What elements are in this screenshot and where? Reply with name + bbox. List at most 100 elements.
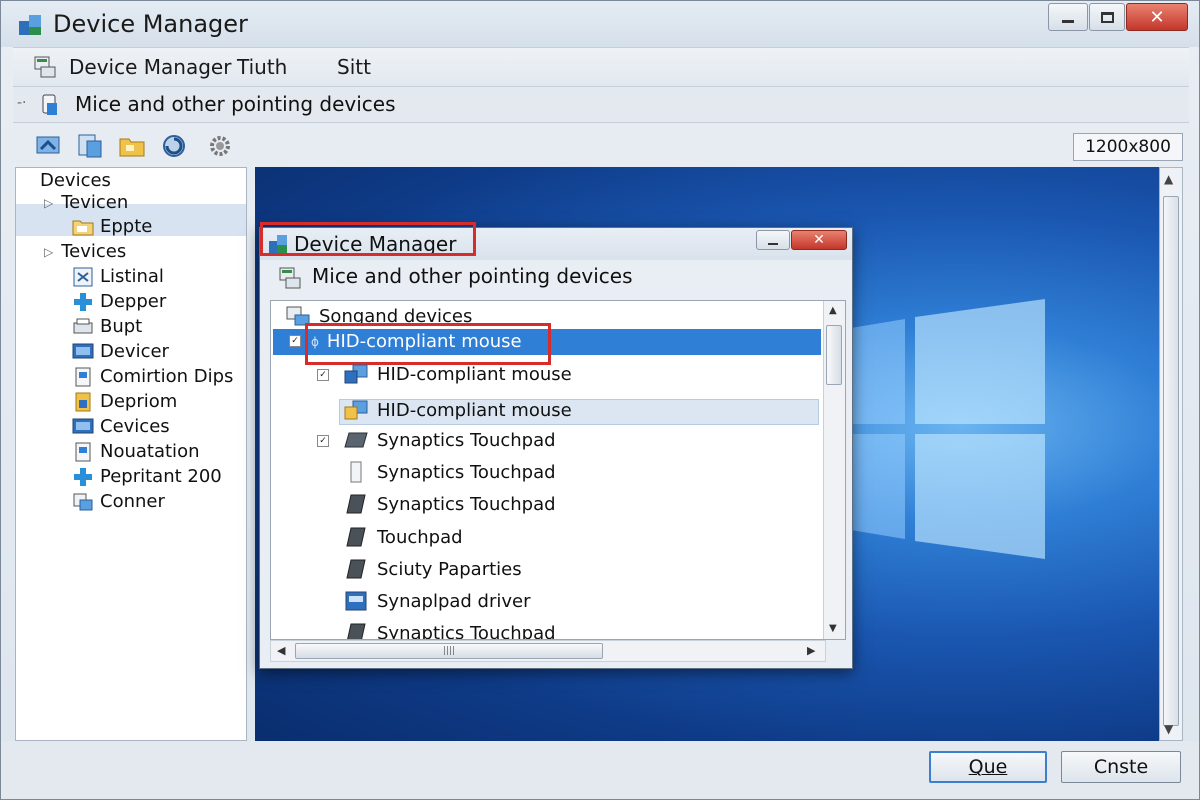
tree-item-depper[interactable]: Depper [72,291,166,312]
expand-arrow-icon[interactable]: ▷ [44,196,53,210]
mouse-icon [344,364,368,384]
device-tree: Devices ▷ Tevicen Eppte ▷ Tevices Listin… [15,167,247,741]
scroll-thumb[interactable] [826,325,842,385]
list-item-label: HID-compliant mouse [377,399,572,421]
breadcrumb-text: Mice and other pointing devices [75,92,396,116]
tree-item-label: Depper [100,291,167,312]
breadcrumb: ‑· Mice and other pointing devices [13,87,1189,123]
list-item-label: Synaplpad driver [377,590,531,612]
tree-item-listinal[interactable]: Listinal [72,266,164,287]
tree-item-bupt[interactable]: Bupt [72,316,142,337]
main-window: Device Manager ✕ Device Manager Tiuth Si… [0,0,1200,800]
scroll-right-icon[interactable]: ▶ [807,644,815,657]
list-item-touchpad-2[interactable]: Synaptics Touchpad [343,461,556,483]
network-icon [74,467,92,486]
expander-icon[interactable]: ✓ [317,369,329,381]
cancel-button[interactable]: Cnste [1061,751,1181,783]
close-icon: ✕ [1149,6,1165,28]
tree-item-tevices[interactable]: ▷ Tevices [44,241,126,262]
list-item-sciuty[interactable]: Sciuty Paparties [343,558,522,580]
tree-item-devices[interactable]: Devices [40,170,111,191]
list-item-label: Touchpad [377,526,463,548]
scroll-up-icon[interactable]: ▲ [829,305,837,316]
tree-item-eppte[interactable]: Eppte [72,216,152,237]
tree-item-label: Bupt [100,316,143,337]
ok-button[interactable]: Que [929,751,1047,783]
list-item-synaplpad[interactable]: Synaplpad driver [343,590,531,612]
refresh-icon[interactable] [159,131,189,161]
document-icon [75,367,91,386]
scroll-down-icon[interactable]: ▼ [1164,722,1173,736]
card-icon [75,392,91,411]
folder-icon[interactable] [117,131,147,161]
dialog-title-bar[interactable]: Device Manager ✕ [260,222,852,260]
mouse-icon [344,400,368,420]
scroll-up-icon[interactable]: ▲ [1164,172,1173,186]
list-item-touchpad-1[interactable]: Synaptics Touchpad [343,429,556,451]
tree-item-label: Listinal [100,266,164,287]
list-item-touchpad-5[interactable]: Synaptics Touchpad [343,622,556,639]
ok-button-label: Que [968,756,1008,778]
tree-item-devicer[interactable]: Devicer [72,341,169,362]
touchpad-icon [347,623,366,639]
tree-item-pepritant[interactable]: Pepritant 200 [72,466,222,487]
maximize-button[interactable] [1089,3,1125,31]
tree-item-label: Tevicen [61,192,129,213]
expander-icon[interactable]: ✓ [317,435,329,447]
touchpad-icon [346,559,366,579]
scroll-thumb[interactable] [1163,196,1179,726]
dialog-subtitle: Mice and other pointing devices [312,264,633,288]
mouse-category-icon [42,94,57,115]
list-item-hid-mouse-3[interactable]: HID-compliant mouse [343,399,572,421]
tree-item-tevicen[interactable]: ▷ Tevicen [44,192,128,213]
properties-icon[interactable] [75,131,105,161]
tree-item-label: Devices [40,170,111,191]
menu-bar: Device Manager Tiuth Sitt [13,47,1189,87]
tree-item-label: Depriom [100,391,178,412]
device-icon [73,267,93,286]
back-icon[interactable] [33,131,63,161]
tree-item-cevices[interactable]: Cevices [72,416,170,437]
menu-item-tiuth[interactable]: Tiuth [237,55,287,79]
dialog-close-button[interactable]: ✕ [791,230,847,250]
dialog-minimize-button[interactable] [756,230,790,250]
list-item-touchpad-3[interactable]: Synaptics Touchpad [343,493,556,515]
list-item-label: Synaptics Touchpad [377,429,556,451]
tree-item-label: Conner [100,491,165,512]
expand-arrow-icon[interactable]: ▷ [44,245,53,259]
touchpad-icon [350,461,362,483]
main-scrollbar[interactable]: ▲ ▼ [1159,167,1183,741]
tree-item-comirtion[interactable]: Comirtion Dips [72,366,233,387]
list-horizontal-scrollbar[interactable]: ◀ |||| ▶ [270,640,826,662]
list-item-hid-mouse-2[interactable]: HID-compliant mouse [343,363,572,385]
tree-item-depriom[interactable]: Depriom [72,391,177,412]
cancel-button-label: Cnste [1093,756,1149,778]
minimize-button[interactable] [1048,3,1088,31]
list-item-label: Synaptics Touchpad [377,461,556,483]
menu-item-device-manager[interactable]: Device Manager [69,55,231,79]
maximize-icon [1100,11,1114,23]
connector-icon [73,493,93,510]
menu-item-sitt[interactable]: Sitt [337,55,371,79]
tree-item-label: Pepritant 200 [100,466,222,487]
device-list-icon [279,267,301,289]
expander-icon[interactable]: ✓ [289,335,301,347]
tree-item-label: Nouatation [100,441,200,462]
close-button[interactable]: ✕ [1126,3,1188,31]
list-item-label: HID-compliant mouse [377,363,572,385]
scroll-down-icon[interactable]: ▼ [829,623,837,634]
touchpad-icon [346,494,366,514]
scroll-thumb[interactable]: |||| [295,643,603,659]
scroll-left-icon[interactable]: ◀ [277,644,285,657]
list-item-touchpad-4[interactable]: Touchpad [343,526,463,548]
settings-icon[interactable] [205,131,235,161]
tree-item-conner[interactable]: Conner [72,491,165,512]
tree-item-nouatation[interactable]: Nouatation [72,441,199,462]
printer-icon [73,318,93,333]
collapse-icon[interactable]: ‑· [17,95,27,111]
touchpad-icon [346,527,366,547]
title-bar[interactable]: Device Manager ✕ [1,1,1199,47]
list-item-label: Sciuty Paparties [377,558,522,580]
list-scrollbar[interactable]: ▲ ▼ [823,301,845,639]
resolution-display: 1200x800 [1073,133,1183,161]
